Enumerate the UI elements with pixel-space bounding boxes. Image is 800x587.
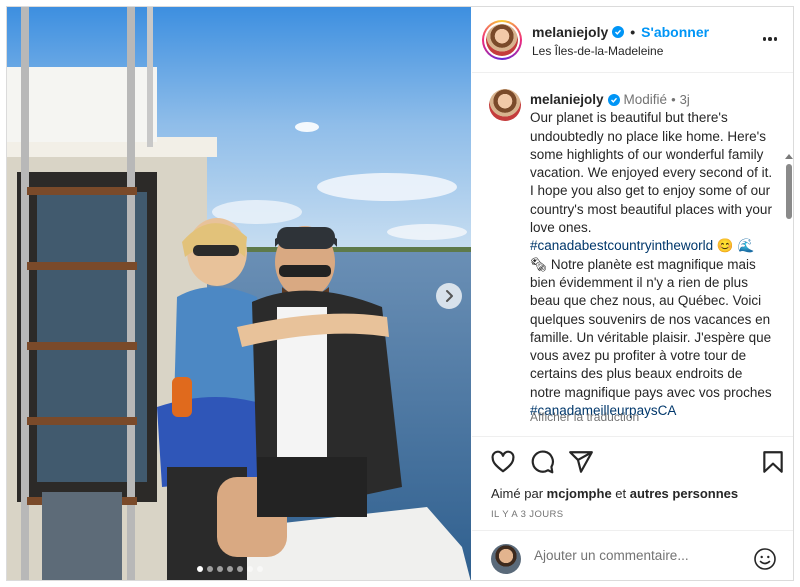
author-username[interactable]: melaniejoly (532, 24, 608, 40)
carousel-dot (197, 566, 203, 572)
separator-dot: • (630, 24, 636, 40)
caption-author-avatar[interactable] (489, 89, 521, 121)
carousel-dot (207, 566, 213, 572)
hashtag-link[interactable]: #canadabestcountryintheworld (530, 238, 713, 253)
comment-input[interactable] (534, 548, 734, 563)
share-icon[interactable] (568, 449, 594, 475)
comments-area: melaniejoly Modifié • 3j Our planet is b… (472, 74, 793, 434)
more-icon (762, 37, 767, 41)
bookmark-icon[interactable] (760, 449, 786, 475)
carousel-dot (227, 566, 233, 572)
follow-button[interactable]: S'abonner (641, 24, 709, 40)
chevron-right-icon (446, 290, 453, 302)
translate-link[interactable]: Afficher la traduction (530, 410, 639, 424)
caption-text: Our planet is beautiful but there's undo… (530, 109, 774, 420)
comment-icon[interactable] (529, 449, 555, 475)
caption-meta: melaniejoly Modifié • 3j (530, 91, 774, 109)
carousel-dot (257, 566, 263, 572)
caption: melaniejoly Modifié • 3j Our planet is b… (530, 91, 774, 420)
verified-icon (607, 94, 620, 107)
carousel-next-button[interactable] (436, 283, 462, 309)
likes-summary: Aimé par mcjomphe et autres personnes (491, 486, 738, 501)
heart-icon[interactable] (490, 449, 516, 475)
carousel-dot (237, 566, 243, 572)
likes-others-link[interactable]: autres personnes (630, 486, 738, 501)
post-timestamp[interactable]: IL Y A 3 JOURS (491, 509, 564, 520)
vertical-scrollbar[interactable] (785, 154, 793, 434)
likes-prefix: Aimé par (491, 486, 544, 501)
caption-text-en: Our planet is beautiful but there's undo… (530, 110, 773, 236)
post-photo[interactable] (7, 7, 471, 580)
more-options-button[interactable] (759, 29, 781, 49)
caption-separator: • (671, 92, 676, 107)
emoji-icon[interactable] (753, 547, 777, 571)
caption-text-fr: Notre planète est magnifique mais bien é… (530, 256, 772, 400)
post-side-panel: melaniejoly • S'abonner Les Îles-de-la-M… (472, 7, 793, 580)
author-avatar[interactable] (482, 20, 522, 60)
carousel-dot (217, 566, 223, 572)
post-location[interactable]: Les Îles-de-la-Madeleine (532, 44, 663, 58)
carousel-dot (247, 566, 253, 572)
edited-label: Modifié (623, 92, 668, 107)
photo-scene (7, 7, 471, 580)
current-user-avatar (491, 544, 521, 574)
author-line: melaniejoly • S'abonner (532, 24, 709, 40)
liker-username[interactable]: mcjomphe (547, 486, 612, 501)
scroll-thumb[interactable] (786, 164, 792, 219)
verified-icon (612, 26, 625, 38)
post-header: melaniejoly • S'abonner Les Îles-de-la-M… (472, 7, 793, 73)
caption-emoji-fr: 🗞 (530, 256, 548, 272)
caption-time[interactable]: 3j (680, 91, 690, 109)
caption-emoji-en: 😊 🌊 (716, 238, 755, 254)
scroll-up-icon[interactable] (785, 154, 793, 159)
action-bar: Aimé par mcjomphe et autres personnes IL… (472, 436, 793, 536)
add-comment-bar (472, 530, 793, 580)
carousel-indicator (197, 566, 263, 572)
likes-connector: et (615, 486, 627, 501)
caption-username[interactable]: melaniejoly (530, 91, 604, 109)
instagram-post-modal: melaniejoly • S'abonner Les Îles-de-la-M… (6, 6, 794, 581)
